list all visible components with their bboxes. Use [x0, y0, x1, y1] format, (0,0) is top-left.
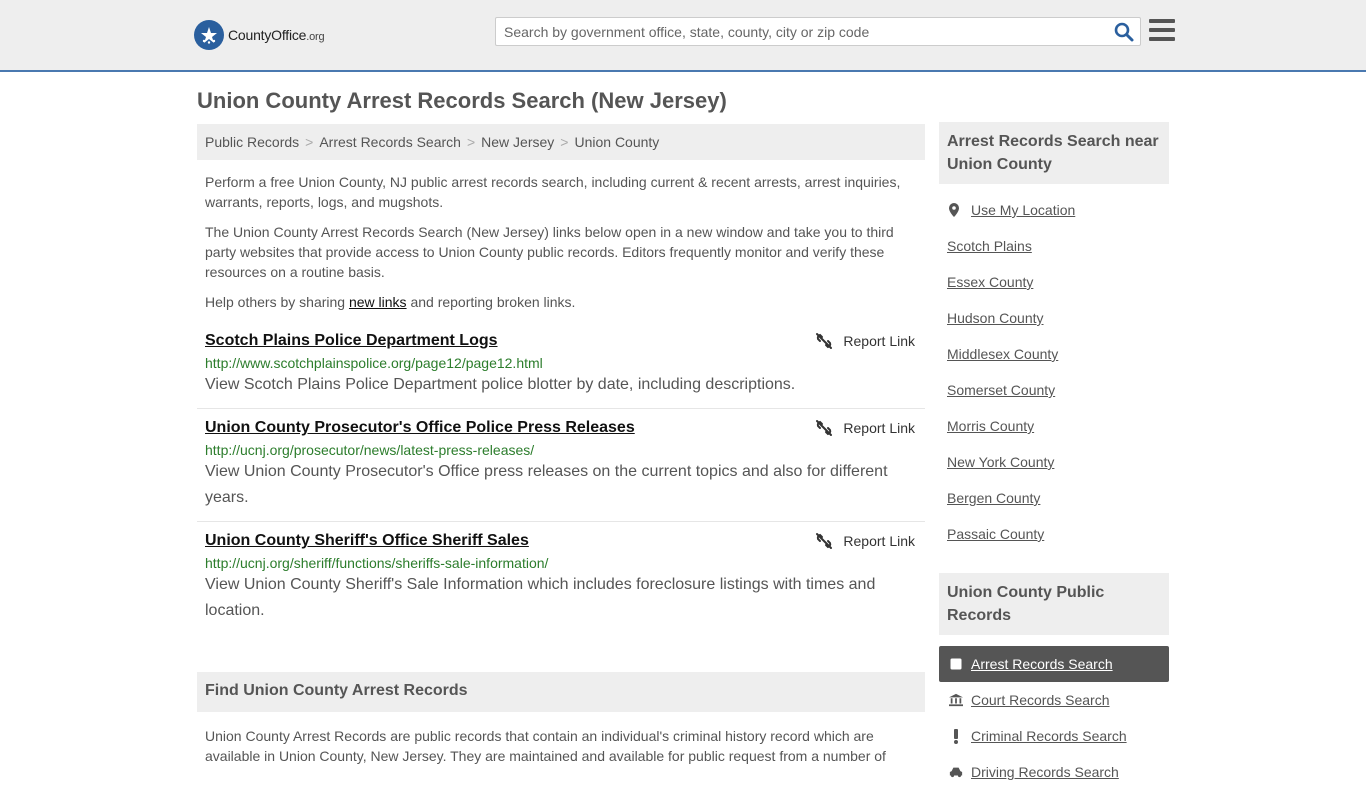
nearby-link-essex-county[interactable]: Essex County — [947, 274, 1033, 290]
intro-text: Perform a free Union County, NJ public a… — [197, 160, 925, 312]
nearby-link-bergen-county[interactable]: Bergen County — [947, 490, 1040, 506]
use-my-location-link[interactable]: Use My Location — [971, 202, 1075, 218]
search-icon — [1114, 22, 1134, 42]
nav-link-criminal-records[interactable]: Criminal Records Search — [971, 728, 1127, 744]
search-input[interactable] — [496, 18, 1096, 45]
use-my-location-item: Use My Location — [939, 192, 1169, 228]
report-link-button[interactable]: Report Link — [815, 419, 915, 437]
nearby-item: Somerset County — [939, 372, 1169, 408]
nearby-item: Bergen County — [939, 480, 1169, 516]
result-item: Union County Prosecutor's Office Police … — [197, 409, 925, 522]
report-link-label: Report Link — [843, 533, 915, 549]
nearby-item: Middlesex County — [939, 336, 1169, 372]
broken-link-icon — [816, 420, 833, 436]
breadcrumb-arrest-records-search[interactable]: Arrest Records Search — [319, 134, 461, 150]
results-list: Scotch Plains Police Department Logs Rep… — [197, 322, 925, 634]
nearby-link-new-york-county[interactable]: New York County — [947, 454, 1054, 470]
breadcrumb-new-jersey[interactable]: New Jersey — [481, 134, 554, 150]
share-paragraph: Help others by sharing new links and rep… — [205, 292, 917, 312]
nearby-item: Morris County — [939, 408, 1169, 444]
search-button[interactable] — [1113, 21, 1135, 43]
broken-link-icon — [816, 533, 833, 549]
map-pin-icon — [949, 203, 959, 217]
nav-link-court-records[interactable]: Court Records Search — [971, 692, 1110, 708]
square-icon — [949, 658, 963, 670]
nearby-link-somerset-county[interactable]: Somerset County — [947, 382, 1055, 398]
result-description: View Scotch Plains Police Department pol… — [205, 376, 796, 393]
breadcrumb-separator: > — [560, 134, 569, 150]
main-content: Public Records > Arrest Records Search > New… — [197, 124, 925, 766]
report-link-button[interactable]: Report Link — [815, 332, 915, 350]
share-text: Help others by sharing — [205, 294, 349, 310]
nav-item-arrest-records[interactable]: Arrest Records Search — [939, 646, 1169, 682]
nearby-list: Use My Location Scotch Plains Essex Coun… — [939, 184, 1169, 552]
public-records-nav: Arrest Records Search Court Records Sear… — [939, 646, 1169, 790]
nearby-item: New York County — [939, 444, 1169, 480]
sidebar: Arrest Records Search near Union County … — [939, 122, 1169, 790]
nearby-link-scotch-plains[interactable]: Scotch Plains — [947, 238, 1032, 254]
exclamation-icon — [949, 728, 963, 744]
site-logo[interactable]: CountyOffice.org — [194, 20, 325, 50]
nearby-item: Passaic County — [939, 516, 1169, 552]
logo-tld: .org — [306, 31, 325, 43]
nav-link-arrest-records[interactable]: Arrest Records Search — [971, 656, 1113, 672]
breadcrumb: Public Records > Arrest Records Search > New… — [197, 124, 925, 160]
hamburger-icon-bar — [1149, 37, 1175, 41]
breadcrumb-union-county: Union County — [574, 134, 660, 150]
nearby-link-morris-county[interactable]: Morris County — [947, 418, 1034, 434]
result-url[interactable]: http://www.scotchplainspolice.org/page12… — [205, 354, 917, 372]
menu-button[interactable] — [1149, 19, 1175, 43]
result-title-link[interactable]: Union County Prosecutor's Office Police … — [205, 417, 635, 439]
breadcrumb-separator: > — [305, 134, 314, 150]
nearby-item: Scotch Plains — [939, 228, 1169, 264]
result-url[interactable]: http://ucnj.org/sheriff/functions/sherif… — [205, 554, 917, 572]
result-url[interactable]: http://ucnj.org/prosecutor/news/latest-p… — [205, 441, 917, 459]
site-header: CountyOffice.org — [0, 0, 1366, 72]
new-links-link[interactable]: new links — [349, 294, 407, 310]
nav-item-court-records[interactable]: Court Records Search — [939, 682, 1169, 718]
broken-link-icon — [816, 333, 833, 349]
courthouse-icon — [949, 693, 963, 707]
nearby-link-hudson-county[interactable]: Hudson County — [947, 310, 1044, 326]
share-text: and reporting broken links. — [406, 294, 576, 310]
nav-link-driving-records[interactable]: Driving Records Search — [971, 764, 1119, 780]
result-description: View Union County Sheriff's Sale Informa… — [205, 576, 876, 619]
logo-text: CountyOffice.org — [228, 27, 325, 43]
public-records-heading: Union County Public Records — [939, 573, 1169, 635]
report-link-button[interactable]: Report Link — [815, 532, 915, 550]
intro-paragraph: Perform a free Union County, NJ public a… — [205, 174, 901, 210]
breadcrumb-separator: > — [466, 134, 476, 150]
search-box — [495, 17, 1141, 46]
nearby-link-passaic-county[interactable]: Passaic County — [947, 526, 1044, 542]
hamburger-icon-bar — [1149, 28, 1175, 32]
result-title-link[interactable]: Scotch Plains Police Department Logs — [205, 330, 498, 352]
nearby-heading: Arrest Records Search near Union County — [939, 122, 1169, 184]
nav-item-driving-records[interactable]: Driving Records Search — [939, 754, 1169, 790]
nearby-item: Essex County — [939, 264, 1169, 300]
nearby-link-middlesex-county[interactable]: Middlesex County — [947, 346, 1058, 362]
result-item: Union County Sheriff's Office Sheriff Sa… — [197, 522, 925, 634]
result-description: View Union County Prosecutor's Office pr… — [205, 463, 888, 506]
breadcrumb-public-records[interactable]: Public Records — [205, 134, 299, 150]
result-item: Scotch Plains Police Department Logs Rep… — [197, 322, 925, 409]
nearby-item: Hudson County — [939, 300, 1169, 336]
report-link-label: Report Link — [843, 333, 915, 349]
hamburger-icon-bar — [1149, 19, 1175, 23]
result-title-link[interactable]: Union County Sheriff's Office Sheriff Sa… — [205, 530, 529, 552]
intro-paragraph: The Union County Arrest Records Search (… — [205, 224, 894, 280]
report-link-label: Report Link — [843, 420, 915, 436]
find-records-text: Union County Arrest Records are public r… — [205, 728, 886, 764]
logo-main: CountyOffice — [228, 27, 307, 43]
nav-item-criminal-records[interactable]: Criminal Records Search — [939, 718, 1169, 754]
page-title: Union County Arrest Records Search (New … — [197, 88, 727, 113]
find-records-heading: Find Union County Arrest Records — [197, 672, 925, 712]
logo-badge-icon — [194, 20, 224, 50]
